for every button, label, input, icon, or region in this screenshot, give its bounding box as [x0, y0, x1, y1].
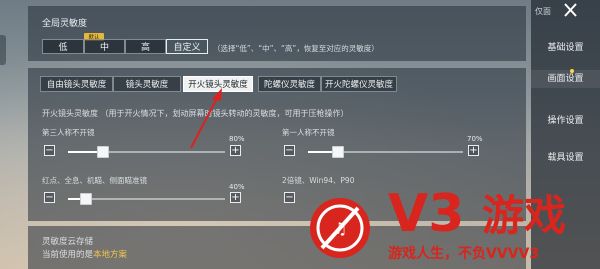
watermark-name: 游戏	[482, 191, 567, 240]
watermark-logo-icon: ♫	[310, 198, 370, 258]
watermark-slogan: 游戏人生，不负VVVV3	[388, 246, 540, 262]
watermark-brand: V3	[388, 184, 465, 244]
